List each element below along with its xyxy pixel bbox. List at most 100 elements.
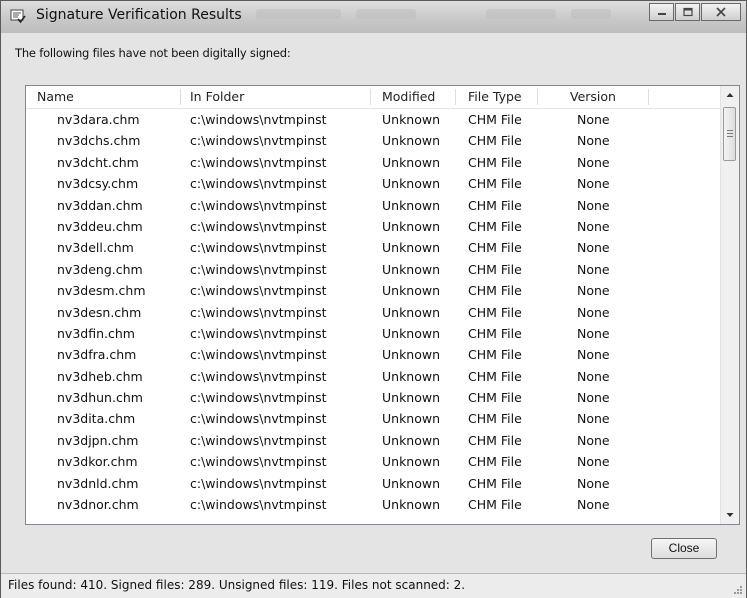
table-row[interactable]: nv3dara.chm c:\windows\nvtmpinst Unknown CH… (26, 109, 721, 130)
column-header-file-type[interactable]: File Type (468, 86, 522, 108)
table-row[interactable]: nv3desn.chm c:\windows\nvtmpinst Unknown CH… (26, 302, 721, 323)
table-row[interactable]: nv3dkor.chm c:\windows\nvtmpinst Unknown CH… (26, 451, 721, 472)
cell-modified: Unknown (382, 454, 441, 470)
background-blur (356, 9, 416, 19)
column-divider[interactable] (648, 89, 649, 105)
table-row[interactable]: nv3dcsy.chm c:\windows\nvtmpinst Unknown CH… (26, 173, 721, 194)
cell-file-type: CHM File (468, 432, 522, 448)
table-row[interactable]: nv3dhun.chm c:\windows\nvtmpinst Unknown CH… (26, 387, 721, 408)
table-row[interactable]: nv3ddan.chm c:\windows\nvtmpinst Unknown CH… (26, 195, 721, 216)
cell-version: None (577, 283, 610, 299)
cell-in-folder: c:\windows\nvtmpinst (190, 368, 327, 384)
cell-version: None (577, 432, 610, 448)
unsigned-files-list[interactable]: Name In Folder Modified File Type Versio… (25, 85, 740, 525)
table-row[interactable]: nv3deng.chm c:\windows\nvtmpinst Unknown CH… (26, 259, 721, 280)
table-row[interactable]: nv3dnld.chm c:\windows\nvtmpinst Unknown CH… (26, 473, 721, 494)
table-row[interactable]: nv3desm.chm c:\windows\nvtmpinst Unknown CH… (26, 280, 721, 301)
window-title: Signature Verification Results (36, 7, 242, 23)
thumb-grip (727, 133, 733, 134)
table-row[interactable]: nv3dchs.chm c:\windows\nvtmpinst Unknown CH… (26, 130, 721, 151)
cell-modified: Unknown (382, 133, 441, 149)
cell-name: nv3desn.chm (57, 304, 142, 320)
cell-name: nv3dhun.chm (57, 390, 143, 406)
maximize-button[interactable] (675, 3, 700, 21)
close-window-button[interactable] (701, 3, 741, 21)
cell-version: None (577, 347, 610, 363)
cell-file-type: CHM File (468, 347, 522, 363)
cell-name: nv3djpn.chm (57, 432, 139, 448)
cell-in-folder: c:\windows\nvtmpinst (190, 240, 327, 256)
close-icon (716, 7, 726, 17)
table-row[interactable]: nv3dita.chm c:\windows\nvtmpinst Unknown CH… (26, 408, 721, 429)
scroll-up-arrow-icon[interactable] (721, 86, 739, 104)
cell-modified: Unknown (382, 411, 441, 427)
cell-version: None (577, 390, 610, 406)
cell-file-type: CHM File (468, 283, 522, 299)
scrollbar-thumb[interactable] (723, 107, 736, 161)
cell-file-type: CHM File (468, 325, 522, 341)
cell-in-folder: c:\windows\nvtmpinst (190, 261, 327, 277)
cell-modified: Unknown (382, 197, 441, 213)
column-divider[interactable] (180, 89, 181, 105)
cell-file-type: CHM File (468, 475, 522, 491)
cell-name: nv3dheb.chm (57, 368, 143, 384)
cell-name: nv3dchs.chm (57, 133, 141, 149)
table-row[interactable]: nv3dfin.chm c:\windows\nvtmpinst Unknown CH… (26, 323, 721, 344)
column-header-modified[interactable]: Modified (382, 86, 435, 108)
cell-in-folder: c:\windows\nvtmpinst (190, 454, 327, 470)
table-row[interactable]: nv3dfra.chm c:\windows\nvtmpinst Unknown CH… (26, 344, 721, 365)
cell-in-folder: c:\windows\nvtmpinst (190, 497, 327, 513)
column-divider[interactable] (537, 89, 538, 105)
cell-in-folder: c:\windows\nvtmpinst (190, 325, 327, 341)
table-row[interactable]: nv3ddeu.chm c:\windows\nvtmpinst Unknown CH… (26, 216, 721, 237)
table-row[interactable]: nv3dell.chm c:\windows\nvtmpinst Unknown CH… (26, 237, 721, 258)
status-bar: Files found: 410. Signed files: 289. Uns… (1, 573, 746, 598)
table-row[interactable]: nv3dheb.chm c:\windows\nvtmpinst Unknown CH… (26, 366, 721, 387)
vertical-scrollbar[interactable] (720, 86, 739, 524)
cell-version: None (577, 133, 610, 149)
column-header-name[interactable]: Name (37, 86, 74, 108)
cell-version: None (577, 218, 610, 234)
certificate-check-icon (10, 9, 26, 24)
cell-in-folder: c:\windows\nvtmpinst (190, 475, 327, 491)
cell-in-folder: c:\windows\nvtmpinst (190, 133, 327, 149)
cell-in-folder: c:\windows\nvtmpinst (190, 197, 327, 213)
resize-grip-icon[interactable] (733, 585, 743, 595)
cell-file-type: CHM File (468, 261, 522, 277)
close-button[interactable]: Close (651, 538, 717, 559)
column-divider[interactable] (370, 89, 371, 105)
cell-version: None (577, 112, 610, 127)
cell-in-folder: c:\windows\nvtmpinst (190, 154, 327, 170)
cell-in-folder: c:\windows\nvtmpinst (190, 304, 327, 320)
minimize-icon (657, 13, 666, 15)
table-row[interactable]: nv3dcht.chm c:\windows\nvtmpinst Unknown CH… (26, 152, 721, 173)
cell-modified: Unknown (382, 283, 441, 299)
background-blur (486, 9, 556, 19)
cell-modified: Unknown (382, 432, 441, 448)
cell-modified: Unknown (382, 176, 441, 192)
background-blur (571, 9, 611, 19)
cell-name: nv3dnld.chm (57, 475, 139, 491)
cell-file-type: CHM File (468, 112, 522, 127)
cell-modified: Unknown (382, 475, 441, 491)
cell-modified: Unknown (382, 261, 441, 277)
table-row[interactable]: nv3djpn.chm c:\windows\nvtmpinst Unknown CH… (26, 430, 721, 451)
cell-modified: Unknown (382, 390, 441, 406)
column-divider[interactable] (455, 89, 456, 105)
scroll-down-arrow-icon[interactable] (721, 506, 739, 524)
column-header-in-folder[interactable]: In Folder (190, 86, 244, 108)
status-text: Files found: 410. Signed files: 289. Uns… (8, 578, 466, 592)
cell-version: None (577, 197, 610, 213)
cell-file-type: CHM File (468, 218, 522, 234)
minimize-button[interactable] (649, 3, 674, 21)
cell-name: nv3dfin.chm (57, 325, 135, 341)
column-header-version[interactable]: Version (570, 86, 616, 108)
cell-version: None (577, 154, 610, 170)
cell-version: None (577, 325, 610, 341)
title-bar[interactable]: Signature Verification Results (1, 1, 746, 33)
cell-modified: Unknown (382, 497, 441, 513)
table-row[interactable]: nv3dnor.chm c:\windows\nvtmpinst Unknown CH… (26, 494, 721, 515)
cell-file-type: CHM File (468, 197, 522, 213)
cell-modified: Unknown (382, 218, 441, 234)
cell-name: nv3dita.chm (57, 411, 136, 427)
